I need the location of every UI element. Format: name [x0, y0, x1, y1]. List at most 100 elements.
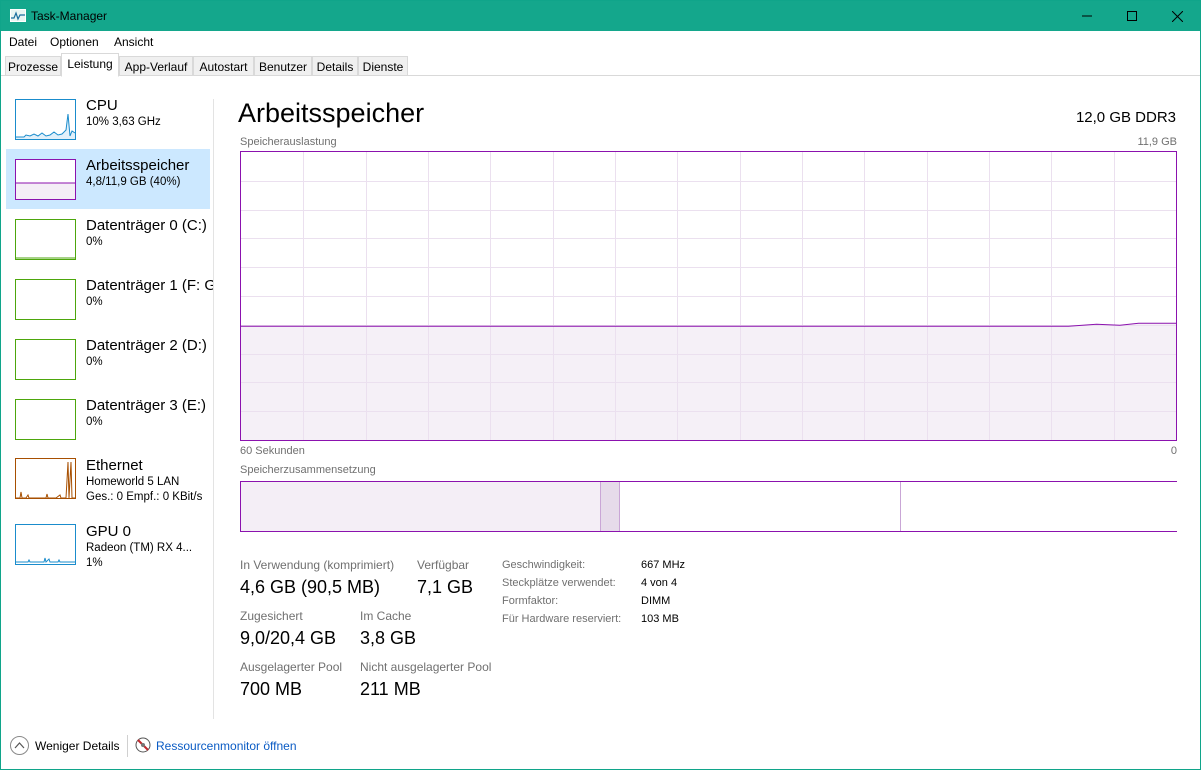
detail-formfactor-value: DIMM: [641, 595, 671, 607]
stat-paged-pool-value: 700 MB: [240, 679, 303, 699]
sidebar-item-subtitle: 4,8/11,9 GB (40%): [86, 176, 181, 188]
sidebar-item-datentraeger-0[interactable]: Datenträger 0 (C:) 0%: [6, 209, 210, 269]
gpu-thumbnail-graph: [15, 524, 76, 565]
tab-bar: Prozesse Leistung App-Verlauf Autostart …: [1, 52, 1200, 77]
sidebar-item-subtitle: 0%: [86, 296, 103, 308]
sidebar-item-datentraeger-1[interactable]: Datenträger 1 (F: G 0%: [6, 269, 214, 329]
detail-hw-reserved-value: 103 MB: [641, 613, 679, 625]
memory-thumbnail-graph: [15, 159, 76, 200]
sidebar-item-cpu[interactable]: CPU 10% 3,63 GHz: [6, 89, 210, 149]
disk-thumbnail-graph: [15, 219, 76, 260]
minimize-button[interactable]: [1064, 1, 1110, 31]
sidebar-item-subtitle-2: 1%: [86, 557, 103, 569]
stat-nonpaged-pool-label: Nicht ausgelagerter Pool: [360, 660, 492, 674]
stat-available-label: Verfügbar: [417, 558, 470, 572]
stat-nonpaged-pool-value: 211 MB: [360, 679, 421, 699]
tab-benutzer[interactable]: Benutzer: [254, 56, 312, 76]
sidebar-item-subtitle-2: Ges.: 0 Empf.: 0 KBit/s: [86, 491, 203, 503]
tab-leistung[interactable]: Leistung: [61, 53, 119, 77]
window-title: Task-Manager: [31, 9, 108, 23]
detail-speed-value: 667 MHz: [641, 559, 686, 571]
usage-graph-max: 11,9 GB: [1137, 136, 1177, 148]
sidebar-item-title: CPU: [86, 97, 118, 114]
detail-hw-reserved-label: Für Hardware reserviert:: [502, 613, 622, 625]
chevron-up-icon: [14, 742, 25, 749]
memory-usage-graph: [240, 151, 1177, 441]
detail-slots-value: 4 von 4: [641, 577, 678, 589]
menu-datei[interactable]: Datei: [9, 35, 37, 49]
stat-in-use-value: 4,6 GB (90,5 MB): [240, 577, 381, 597]
stat-committed-value: 9,0/20,4 GB: [240, 628, 337, 648]
stat-in-use-label: In Verwendung (komprimiert): [240, 558, 395, 572]
close-button[interactable]: [1154, 1, 1200, 31]
composition-label: Speicherzusammensetzung: [240, 464, 376, 476]
menu-bar: Datei Optionen Ansicht: [1, 31, 1200, 52]
disk-thumbnail-graph: [15, 279, 76, 320]
menu-optionen[interactable]: Optionen: [50, 35, 99, 49]
usage-line: [241, 322, 1176, 327]
sidebar-item-title: Ethernet: [86, 457, 143, 474]
composition-standby[interactable]: [620, 482, 901, 531]
tab-app-verlauf[interactable]: App-Verlauf: [119, 56, 193, 76]
close-icon: [1171, 10, 1183, 22]
usage-graph-label: Speicherauslastung: [240, 136, 337, 148]
memory-detail-panel: Arbeitsspeicher 12,0 GB DDR3 Speicheraus…: [214, 76, 1200, 726]
page-title: Arbeitsspeicher: [238, 98, 425, 128]
task-manager-window: Task-Manager Datei Optionen Ansicht Proz…: [0, 0, 1201, 770]
detail-slots-label: Steckplätze verwendet:: [502, 577, 616, 589]
sidebar-item-subtitle: 0%: [86, 236, 103, 248]
tab-autostart[interactable]: Autostart: [193, 56, 254, 76]
title-bar[interactable]: Task-Manager: [1, 1, 1200, 31]
detail-speed-label: Geschwindigkeit:: [502, 559, 586, 571]
sidebar-item-title: Arbeitsspeicher: [86, 157, 190, 174]
stat-cached-value: 3,8 GB: [360, 628, 417, 648]
composition-in-use[interactable]: [241, 482, 601, 531]
maximize-button[interactable]: [1109, 1, 1155, 31]
less-details-link[interactable]: Weniger Details: [35, 739, 119, 753]
sidebar-item-title: Datenträger 3 (E:): [86, 397, 207, 414]
footer-divider: [127, 735, 128, 757]
sidebar-item-title: Datenträger 1 (F: G: [86, 277, 214, 294]
stat-committed-label: Zugesichert: [240, 609, 303, 623]
sidebar-item-subtitle: 0%: [86, 416, 103, 428]
task-manager-icon: [10, 9, 26, 22]
stat-paged-pool-label: Ausgelagerter Pool: [240, 660, 343, 674]
maximize-icon: [1127, 11, 1137, 21]
stat-available-value: 7,1 GB: [417, 577, 474, 597]
memory-composition-bar: [240, 481, 1177, 532]
cpu-thumbnail-graph: [15, 99, 76, 140]
composition-modified[interactable]: [601, 482, 620, 531]
menu-ansicht[interactable]: Ansicht: [114, 35, 153, 49]
sidebar-item-ethernet[interactable]: Ethernet Homeworld 5 LAN Ges.: 0 Empf.: …: [6, 449, 210, 509]
sidebar-item-gpu-0[interactable]: GPU 0 Radeon (TM) RX 4... 1%: [6, 515, 210, 575]
tab-details[interactable]: Details: [312, 56, 358, 76]
tab-dienste[interactable]: Dienste: [358, 56, 408, 76]
resource-sidebar: CPU 10% 3,63 GHz Arbeitsspeicher 4,8/11,…: [1, 76, 214, 726]
memory-spec: 12,0 GB DDR3: [1075, 109, 1176, 126]
composition-free[interactable]: [901, 482, 1177, 531]
sidebar-item-datentraeger-2[interactable]: Datenträger 2 (D:) 0%: [6, 329, 210, 389]
sidebar-item-subtitle: 10% 3,63 GHz: [86, 116, 161, 128]
sidebar-item-subtitle: Homeworld 5 LAN: [86, 476, 180, 488]
sidebar-item-subtitle: 0%: [86, 356, 103, 368]
sidebar-item-arbeitsspeicher[interactable]: Arbeitsspeicher 4,8/11,9 GB (40%): [6, 149, 210, 209]
graph-time-right: 0: [1170, 445, 1177, 457]
usage-area: [241, 323, 1176, 440]
sidebar-item-title: Datenträger 2 (D:): [86, 337, 207, 354]
disk-thumbnail-graph: [15, 399, 76, 440]
sidebar-item-datentraeger-3[interactable]: Datenträger 3 (E:) 0%: [6, 389, 210, 449]
graph-time-left: 60 Sekunden: [240, 445, 305, 457]
disk-thumbnail-graph: [15, 339, 76, 380]
tab-prozesse[interactable]: Prozesse: [5, 56, 61, 76]
resource-monitor-icon[interactable]: [135, 737, 151, 753]
footer-bar: Weniger Details Ressourcenmonitor öffnen: [1, 727, 1200, 767]
ethernet-thumbnail-graph: [15, 458, 76, 499]
sidebar-item-subtitle: Radeon (TM) RX 4...: [86, 542, 193, 554]
sidebar-item-title: GPU 0: [86, 523, 132, 540]
detail-formfactor-label: Formfaktor:: [502, 595, 559, 607]
stat-cached-label: Im Cache: [360, 609, 412, 623]
resource-monitor-link[interactable]: Ressourcenmonitor öffnen: [156, 739, 297, 753]
minimize-icon: [1082, 15, 1092, 17]
less-details-button[interactable]: [10, 736, 29, 755]
sidebar-item-title: Datenträger 0 (C:): [86, 217, 207, 234]
